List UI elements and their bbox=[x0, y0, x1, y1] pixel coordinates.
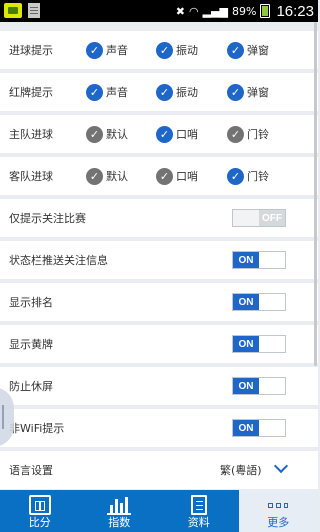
goal-alert-vibrate-option[interactable]: ✓ 振动 bbox=[156, 41, 198, 59]
option-label: 声音 bbox=[106, 86, 128, 99]
wifi-icon: ◠ bbox=[189, 4, 199, 18]
home-goal-whistle-option[interactable]: ✓ 口哨 bbox=[156, 125, 198, 143]
red-card-alert-row: 红牌提示 ✓ 声音 ✓ 振动 ✓ 弹窗 bbox=[0, 73, 318, 111]
mute-icon: ✖ bbox=[175, 4, 185, 18]
status-bar: ✖ ◠ ▂▄▆ 89% 16:23 bbox=[0, 0, 318, 22]
away-goal-row: 客队进球 ✓ 默认 ✓ 口哨 ✓ 门铃 bbox=[0, 157, 318, 195]
red-card-popup-option[interactable]: ✓ 弹窗 bbox=[227, 83, 269, 101]
tab-label: 资料 bbox=[187, 516, 210, 529]
goal-alert-popup-option[interactable]: ✓ 弹窗 bbox=[227, 41, 269, 59]
show-rank-row: 显示排名 ON bbox=[0, 283, 318, 321]
row-label: 显示排名 bbox=[9, 296, 53, 309]
option-label: 默认 bbox=[106, 128, 128, 141]
away-goal-whistle-option[interactable]: ✓ 口哨 bbox=[156, 167, 198, 185]
home-goal-default-option[interactable]: ✓ 默认 bbox=[86, 125, 128, 143]
tab-label: 指数 bbox=[108, 516, 131, 529]
prevent-sleep-toggle[interactable]: ON bbox=[232, 377, 286, 395]
option-label: 口哨 bbox=[176, 128, 198, 141]
check-icon: ✓ bbox=[227, 41, 244, 59]
check-icon: ✓ bbox=[86, 167, 103, 185]
row-label: 状态栏推送关注信息 bbox=[9, 254, 108, 267]
toggle-state: ON bbox=[233, 378, 259, 394]
scrollbar[interactable] bbox=[314, 22, 317, 366]
tab-info[interactable]: 资料 bbox=[159, 490, 239, 532]
away-goal-default-option[interactable]: ✓ 默认 bbox=[86, 167, 128, 185]
row-label: 主队进球 bbox=[9, 128, 53, 141]
followed-only-row: 仅提示关注比赛 OFF bbox=[0, 199, 318, 237]
check-icon: ✓ bbox=[156, 167, 173, 185]
option-label: 振动 bbox=[176, 86, 198, 99]
option-label: 门铃 bbox=[247, 170, 269, 183]
check-icon: ✓ bbox=[86, 125, 103, 143]
row-label: 仅提示关注比赛 bbox=[9, 212, 86, 225]
wifi-alert-row: 非WiFi提示 ON bbox=[0, 409, 318, 447]
check-icon: ✓ bbox=[227, 167, 244, 185]
bar-chart-icon bbox=[107, 495, 132, 515]
check-icon: ✓ bbox=[156, 41, 173, 59]
home-goal-doorbell-option[interactable]: ✓ 门铃 bbox=[227, 125, 269, 143]
bottom-tab-bar: 比分 指数 资料 更多 bbox=[0, 490, 318, 532]
toggle-state: ON bbox=[233, 336, 259, 352]
row-label: 显示黄牌 bbox=[9, 338, 53, 351]
option-label: 口哨 bbox=[176, 170, 198, 183]
check-icon: ✓ bbox=[227, 125, 244, 143]
option-label: 门铃 bbox=[247, 128, 269, 141]
away-goal-doorbell-option[interactable]: ✓ 门铃 bbox=[227, 167, 269, 185]
show-yellow-row: 显示黄牌 ON bbox=[0, 325, 318, 363]
scoreboard-icon bbox=[28, 495, 51, 515]
row-label: 防止休屏 bbox=[9, 380, 53, 393]
battery-percent: 89% bbox=[232, 4, 257, 18]
chevron-down-icon[interactable] bbox=[273, 458, 289, 474]
show-rank-toggle[interactable]: ON bbox=[232, 293, 286, 311]
row-label: 红牌提示 bbox=[9, 86, 53, 99]
row-label: 客队进球 bbox=[9, 170, 53, 183]
followed-only-toggle[interactable]: OFF bbox=[232, 209, 286, 227]
option-label: 振动 bbox=[176, 44, 198, 57]
home-goal-row: 主队进球 ✓ 默认 ✓ 口哨 ✓ 门铃 bbox=[0, 115, 318, 153]
battery-icon bbox=[260, 4, 271, 18]
file-notification-icon bbox=[28, 3, 40, 18]
toggle-state: OFF bbox=[259, 210, 285, 226]
app-notification-icon bbox=[4, 3, 22, 18]
check-icon: ✓ bbox=[227, 83, 244, 101]
tab-label: 比分 bbox=[28, 516, 51, 529]
wifi-alert-toggle[interactable]: ON bbox=[232, 419, 286, 437]
statusbar-push-toggle[interactable]: ON bbox=[232, 251, 286, 269]
statusbar-push-row: 状态栏推送关注信息 ON bbox=[0, 241, 318, 279]
tab-label: 更多 bbox=[267, 516, 290, 529]
signal-icon: ▂▄▆ bbox=[202, 4, 228, 18]
row-label: 非WiFi提示 bbox=[9, 422, 65, 435]
goal-alert-row: 进球提示 ✓ 声音 ✓ 振动 ✓ 弹窗 bbox=[0, 31, 318, 69]
check-icon: ✓ bbox=[156, 83, 173, 101]
goal-alert-sound-option[interactable]: ✓ 声音 bbox=[86, 41, 128, 59]
row-label: 语言设置 bbox=[9, 464, 53, 477]
option-label: 弹窗 bbox=[247, 86, 269, 99]
tab-scores[interactable]: 比分 bbox=[0, 490, 80, 532]
document-icon bbox=[190, 495, 207, 515]
language-value: 繁(粵語) bbox=[220, 464, 262, 477]
toggle-state: ON bbox=[233, 252, 259, 268]
option-label: 弹窗 bbox=[247, 44, 269, 57]
toggle-state: ON bbox=[233, 420, 259, 436]
option-label: 声音 bbox=[106, 44, 128, 57]
settings-list[interactable]: 进球提示 ✓ 声音 ✓ 振动 ✓ 弹窗 红牌提示 ✓ 声音 ✓ 振动 ✓ 弹窗 主队进球 ✓… bbox=[0, 22, 318, 490]
more-icon bbox=[268, 503, 289, 511]
tab-more[interactable]: 更多 bbox=[238, 490, 318, 532]
language-row[interactable]: 语言设置 繁(粵語) bbox=[0, 451, 318, 489]
check-icon: ✓ bbox=[86, 83, 103, 101]
check-icon: ✓ bbox=[86, 41, 103, 59]
prevent-sleep-row: 防止休屏 ON bbox=[0, 367, 318, 405]
tab-odds[interactable]: 指数 bbox=[80, 490, 160, 532]
red-card-vibrate-option[interactable]: ✓ 振动 bbox=[156, 83, 198, 101]
show-yellow-toggle[interactable]: ON bbox=[232, 335, 286, 353]
clock: 16:23 bbox=[276, 2, 314, 20]
option-label: 默认 bbox=[106, 170, 128, 183]
row-label: 进球提示 bbox=[9, 44, 53, 57]
toggle-state: ON bbox=[233, 294, 259, 310]
red-card-sound-option[interactable]: ✓ 声音 bbox=[86, 83, 128, 101]
check-icon: ✓ bbox=[156, 125, 173, 143]
